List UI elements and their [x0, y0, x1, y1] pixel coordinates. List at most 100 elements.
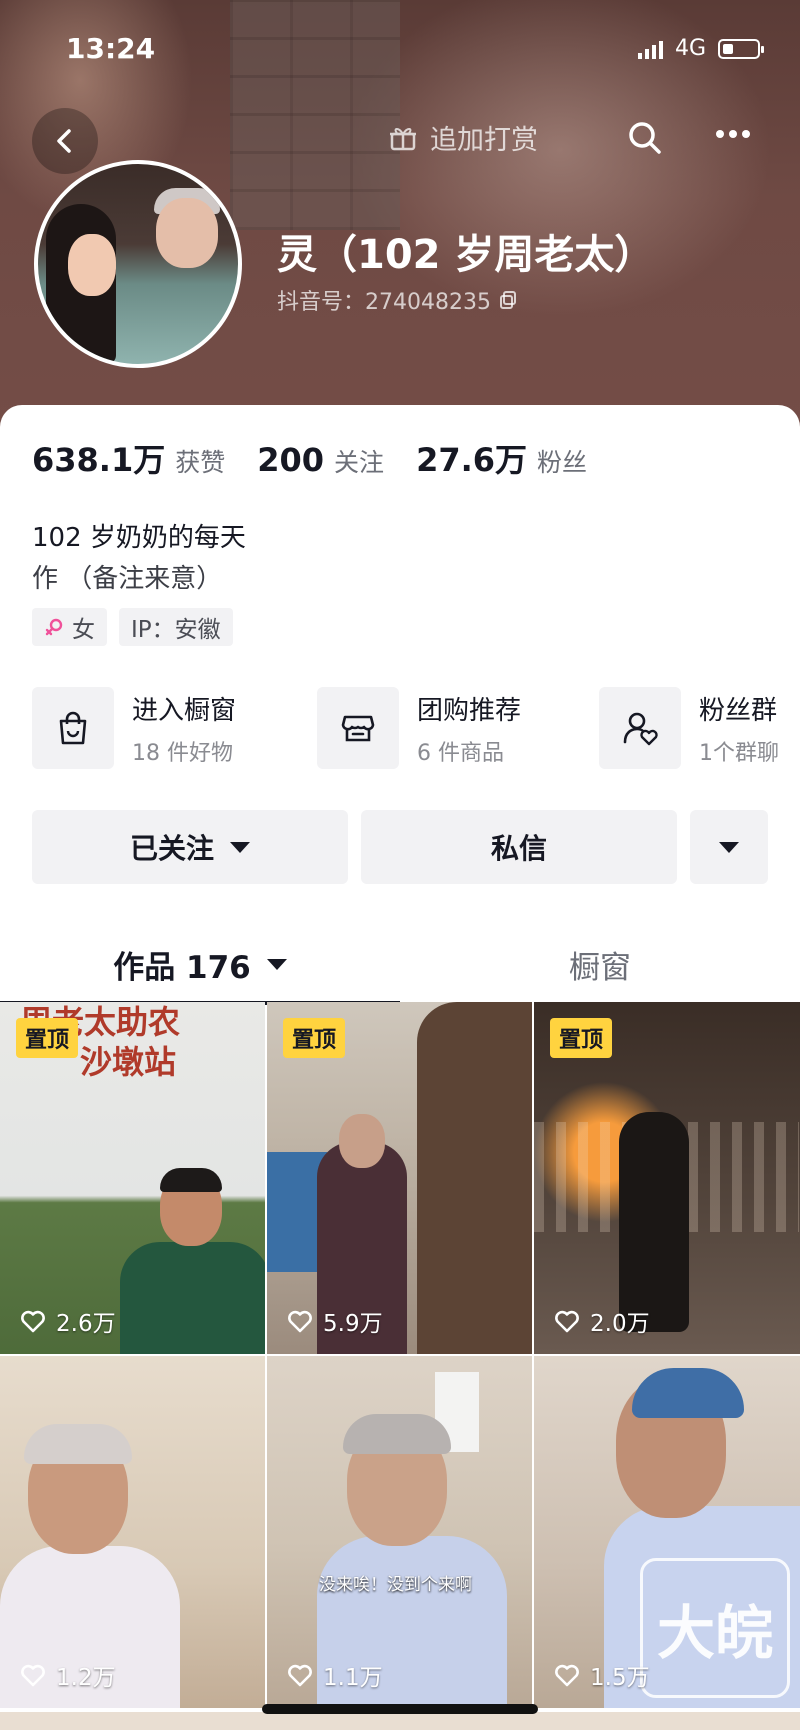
home-indicator[interactable]: [262, 1704, 538, 1714]
shortcut-fan-group[interactable]: 粉丝群 1个群聊: [599, 687, 779, 769]
heart-icon: [288, 1664, 312, 1687]
shortcut-title: 粉丝群: [699, 695, 778, 726]
ip-tag: IP：安徽: [119, 608, 233, 646]
shortcut-group-buy[interactable]: 团购推荐 6 件商品: [317, 687, 521, 769]
stat-value: 27.6万: [416, 441, 528, 479]
video-likes: 1.5万: [554, 1658, 650, 1692]
content-tabs: 作品 176 橱窗: [0, 923, 800, 1005]
video-likes-count: 1.2万: [56, 1665, 116, 1691]
chevron-left-icon: [57, 129, 71, 153]
reward-label: 追加打赏: [430, 125, 538, 156]
video-likes: 5.9万: [287, 1304, 383, 1338]
stat-label: 获赞: [175, 448, 226, 477]
video-thumbnail[interactable]: 1.2万: [0, 1356, 265, 1708]
video-likes-count: 5.9万: [323, 1311, 383, 1337]
store-icon: [341, 715, 375, 742]
stat-value: 200: [257, 441, 325, 479]
reward-button[interactable]: 追加打赏: [388, 118, 538, 157]
following-button[interactable]: 已关注: [32, 810, 348, 884]
pinned-badge: 置顶: [550, 1018, 613, 1058]
avatar[interactable]: [34, 160, 242, 368]
back-button[interactable]: [32, 108, 98, 174]
gift-icon: [390, 127, 416, 150]
caret-down-icon: [266, 958, 287, 970]
douyin-id[interactable]: 抖音号：274048235: [277, 284, 517, 316]
shopping-bag-icon: [59, 711, 87, 745]
video-likes-count: 1.5万: [590, 1665, 650, 1691]
tab-works-label: 作品 176: [113, 949, 251, 986]
video-thumbnail[interactable]: 置顶 5.9万: [267, 1002, 532, 1354]
stat-label: 粉丝: [537, 448, 588, 477]
video-likes-count: 1.1万: [323, 1665, 383, 1691]
bio-line-2: 作 （备注来意）: [32, 558, 222, 595]
status-bar-right: 4G: [637, 36, 764, 61]
stats-row: 638.1万 获赞 200 关注 27.6万 粉丝: [32, 435, 619, 481]
bio-line-1: 102 岁奶奶的每天: [32, 523, 246, 553]
more-actions-button[interactable]: [690, 810, 768, 884]
shortcut-shop-window[interactable]: 进入橱窗 18 件好物: [32, 687, 236, 769]
more-dot-icon: [729, 130, 737, 138]
video-likes-count: 2.6万: [56, 1311, 116, 1337]
profile-tags: 女 IP：安徽: [32, 608, 233, 646]
video-thumbnail[interactable]: 周老太助农 沙墩站 置顶 2.6万: [0, 1002, 265, 1354]
bio-line-2-text: 作 （备注来意）: [32, 564, 223, 594]
message-label: 私信: [490, 832, 547, 865]
video-likes: 2.0万: [554, 1304, 650, 1338]
shortcut-row: 进入橱窗 18 件好物 团购推荐 6 件商品 粉丝群 1个群聊: [32, 687, 800, 771]
heart-icon: [555, 1310, 579, 1333]
profile-name: 灵（102 岁周老太）: [277, 232, 655, 278]
next-row-preview: [0, 1712, 800, 1730]
video-thumbnail[interactable]: 没来唉！没到个来啊 1.1万: [267, 1356, 532, 1708]
search-icon: [629, 122, 661, 154]
pinned-badge: 置顶: [283, 1018, 346, 1058]
video-likes: 1.1万: [287, 1658, 383, 1692]
shortcut-subtitle: 6 件商品: [417, 740, 504, 766]
stat-value: 638.1万: [32, 441, 166, 479]
more-dot-icon: [742, 130, 750, 138]
following-label: 已关注: [129, 832, 214, 865]
heart-icon: [288, 1310, 312, 1333]
video-subtitle: 没来唉！没到个来啊: [319, 1575, 472, 1595]
shortcut-subtitle: 18 件好物: [132, 740, 233, 766]
video-likes: 2.6万: [20, 1304, 116, 1338]
action-buttons: 已关注 私信: [32, 810, 768, 884]
more-dot-icon: [716, 130, 724, 138]
message-button[interactable]: 私信: [361, 810, 677, 884]
pinned-badge: 置顶: [16, 1018, 79, 1058]
tab-shop-window[interactable]: 橱窗: [400, 923, 800, 1005]
gender-tag: 女: [32, 608, 107, 646]
signal-icon: [637, 39, 663, 59]
shortcut-subtitle: 1个群聊: [699, 740, 779, 766]
video-likes-count: 2.0万: [590, 1311, 650, 1337]
gender-label: 女: [72, 617, 95, 643]
network-type: 4G: [674, 36, 706, 61]
video-thumbnail[interactable]: 大皖 1.5万: [534, 1356, 800, 1708]
tab-works[interactable]: 作品 176: [0, 923, 400, 1005]
copy-icon[interactable]: [499, 291, 517, 309]
video-thumbnail[interactable]: 置顶 2.0万: [534, 1002, 800, 1354]
video-likes: 1.2万: [20, 1658, 116, 1692]
stat-label: 关注: [334, 448, 385, 477]
stat-following[interactable]: 200 关注: [257, 441, 384, 479]
caret-down-icon: [719, 841, 739, 853]
video-grid: 周老太助农 沙墩站 置顶 2.6万 置顶 5.9万 置顶 2.0万 1.2万 没…: [0, 1002, 800, 1730]
stat-likes[interactable]: 638.1万 获赞: [32, 435, 225, 481]
header-background-photo: [230, 0, 400, 230]
profile-header: 13:24 4G 追加打赏 灵（102 岁周老太） 抖音号：274048235: [0, 0, 800, 440]
heart-icon: [21, 1664, 45, 1687]
search-button[interactable]: [625, 118, 665, 162]
stat-followers[interactable]: 27.6万 粉丝: [416, 435, 587, 481]
battery-icon: [718, 38, 764, 59]
shortcut-title: 进入橱窗: [132, 695, 237, 726]
more-button[interactable]: [716, 130, 750, 138]
heart-icon: [555, 1664, 579, 1687]
caret-down-icon: [230, 841, 250, 853]
shortcut-title: 团购推荐: [417, 695, 522, 726]
status-time: 13:24: [66, 32, 156, 65]
female-icon: [45, 618, 63, 636]
watermark-logo: 大皖: [640, 1558, 790, 1698]
douyin-id-text: 抖音号：274048235: [277, 290, 491, 315]
ip-label: IP：安徽: [131, 617, 221, 643]
fan-group-icon: [623, 712, 658, 746]
heart-icon: [21, 1310, 45, 1333]
